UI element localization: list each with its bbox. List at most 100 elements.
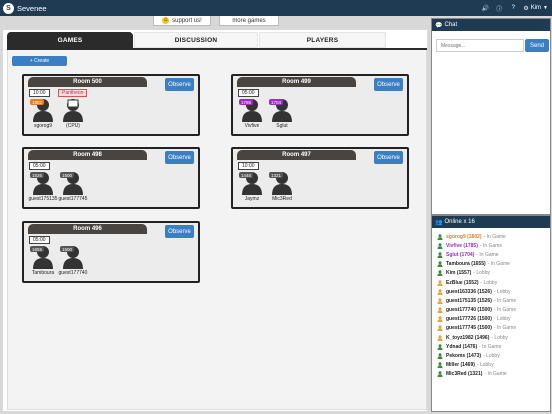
player-name: guest177740 xyxy=(58,270,88,276)
online-user-status: - Lobby xyxy=(493,316,511,323)
room-player[interactable]: 1500 guest177740 xyxy=(58,245,88,279)
online-user-item[interactable]: guest177726 (1500) - Lobby xyxy=(436,315,548,324)
player-rating-badge: 1500 xyxy=(60,246,75,252)
tab-players[interactable]: PLAYERS xyxy=(259,32,386,48)
online-user-status: - Lobby xyxy=(491,334,509,341)
room-title: Room 499 xyxy=(237,77,356,87)
room-card: Room 496 Observe 05:00 1655 Tamboura 150… xyxy=(22,221,200,283)
online-user-name: Vivfive (1785) xyxy=(446,242,478,249)
online-user-item[interactable]: guest177740 (1500) - In Game xyxy=(436,306,548,315)
online-user-item[interactable]: K_toyz1982 (1496) - Lobby xyxy=(436,333,548,342)
online-user-item[interactable]: guest177745 (1500) - In Game xyxy=(436,324,548,333)
online-user-name: Kim (1557) xyxy=(446,270,472,277)
online-panel: 👥 Online x 16 sgorog9 (1802) - In Game Viv… xyxy=(431,215,551,412)
online-user-status: - In Game xyxy=(483,233,506,240)
online-user-status: - In Game xyxy=(493,307,517,314)
online-user-item[interactable]: EzBlue (1552) - Lobby xyxy=(436,278,548,287)
player-rating-badge: 1704 xyxy=(269,99,284,105)
player-rating-badge: 1321 xyxy=(269,172,284,178)
online-user-name: guest175135 (1526) xyxy=(446,297,492,304)
room-title: Room 500 xyxy=(28,77,147,87)
chat-message-input[interactable] xyxy=(436,39,524,52)
user-icon xyxy=(436,270,443,277)
volume-icon[interactable]: 🔊 xyxy=(480,5,490,12)
user-icon xyxy=(436,362,443,369)
support-us-button[interactable]: ☺ support us! xyxy=(153,16,211,26)
chat-header: 💬 Chat xyxy=(432,19,550,31)
observe-button[interactable]: Observe xyxy=(374,78,403,91)
room-timer: 05:00 xyxy=(238,89,259,97)
user-menu[interactable]: ⚙ Kim ▼ xyxy=(523,5,548,12)
online-user-item[interactable]: guest163336 (1526) - Lobby xyxy=(436,287,548,296)
player-rating-badge: 1446 xyxy=(239,172,254,178)
online-user-status: - Lobby xyxy=(493,288,511,295)
online-user-name: Miller (1469) xyxy=(446,362,475,369)
room-timer: 05:00 xyxy=(29,162,50,170)
user-icon xyxy=(436,279,443,286)
online-user-item[interactable]: Vivfive (1785) - In Game xyxy=(436,241,548,250)
room-player[interactable]: 1500 guest177745 xyxy=(58,171,88,205)
online-user-item[interactable]: Miller (1469) - Lobby xyxy=(436,361,548,370)
smile-icon: ☺ xyxy=(162,17,170,24)
player-rating-badge: 1785 xyxy=(239,99,254,105)
info-icon[interactable]: ⓘ xyxy=(494,4,504,13)
room-timer: 10:00 xyxy=(238,162,259,170)
online-user-item[interactable]: Pekoms (1473) - Lobby xyxy=(436,351,548,360)
player-name: Sglut xyxy=(276,123,288,129)
create-room-button[interactable]: + Create xyxy=(12,56,67,66)
player-avatar-icon xyxy=(63,99,83,122)
top-navbar: S Sevenee 🔊 ⓘ ? ⚙ Kim ▼ xyxy=(0,0,552,16)
player-rating-badge: 1802 xyxy=(30,99,45,105)
player-rating-badge: 1526 xyxy=(30,172,45,178)
observe-button[interactable]: Observe xyxy=(374,151,403,164)
more-games-button[interactable]: more games xyxy=(219,16,279,26)
user-icon xyxy=(436,344,443,350)
online-user-item[interactable]: guest175135 (1526) - In Game xyxy=(436,296,548,305)
online-user-status: - Lobby xyxy=(473,270,490,277)
online-user-name: Pekoms (1473) xyxy=(446,353,482,360)
chat-title: Chat xyxy=(444,22,458,28)
player-rating-badge: 1655 xyxy=(30,246,45,252)
online-user-item[interactable]: sgorog9 (1802) - In Game xyxy=(436,232,548,241)
online-user-status: - Lobby xyxy=(480,279,498,286)
send-button[interactable]: Send xyxy=(525,39,549,52)
room-player[interactable]: (CPU) xyxy=(58,98,88,132)
user-icon xyxy=(436,298,443,304)
online-user-name: guest163336 (1526) xyxy=(446,288,492,295)
observe-button[interactable]: Observe xyxy=(165,225,194,238)
observe-button[interactable]: Observe xyxy=(165,78,194,91)
user-icon xyxy=(436,233,443,240)
observe-button[interactable]: Observe xyxy=(165,151,194,164)
room-timer: 10:00 xyxy=(29,89,50,97)
brand[interactable]: S Sevenee xyxy=(3,2,47,14)
more-games-label: more games xyxy=(232,17,266,24)
online-user-item[interactable]: Sglut (1704) - In Game xyxy=(436,250,548,259)
online-user-status: - In Game xyxy=(484,371,507,378)
online-user-name: guest177726 (1500) xyxy=(446,316,492,323)
room-card: Room 500 Observe 10:00 Pantheon 1802 sgo… xyxy=(22,74,200,136)
room-player[interactable]: 1704 Sglut xyxy=(267,98,297,132)
room-title: Room 496 xyxy=(28,224,147,234)
user-icon xyxy=(436,334,443,341)
online-user-status: - In Game xyxy=(493,325,517,332)
room-player[interactable]: 1321 Mic3Red xyxy=(267,171,297,205)
help-icon[interactable]: ? xyxy=(508,5,518,11)
online-title: Online x 16 xyxy=(444,219,475,225)
online-user-item[interactable]: Mic3Red (1321) - In Game xyxy=(436,370,548,379)
chat-panel: 💬 Chat Send xyxy=(431,18,551,215)
online-user-status: - In Game xyxy=(487,261,510,268)
online-user-item[interactable]: Kim (1557) - Lobby xyxy=(436,269,548,278)
online-user-name: Sglut (1704) xyxy=(446,251,475,258)
sevenee-logo-icon: S xyxy=(3,2,14,14)
tab-discussion[interactable]: DISCUSSION xyxy=(134,32,258,48)
online-user-name: Tamboura (1655) xyxy=(446,261,486,268)
user-icon xyxy=(436,371,443,378)
support-us-label: support us! xyxy=(172,17,202,24)
online-user-name: guest177740 (1500) xyxy=(446,307,492,314)
tab-bar: GAMES DISCUSSION PLAYERS xyxy=(7,32,427,48)
online-user-item[interactable]: Ydnad (1476) - In Game xyxy=(436,342,548,351)
tab-games[interactable]: GAMES xyxy=(7,32,133,48)
online-user-item[interactable]: Tamboura (1655) - In Game xyxy=(436,260,548,269)
main-panel: GAMES DISCUSSION PLAYERS + Create Room 5… xyxy=(3,30,427,411)
online-user-list: sgorog9 (1802) - In Game Vivfive (1785) - I… xyxy=(436,232,548,379)
